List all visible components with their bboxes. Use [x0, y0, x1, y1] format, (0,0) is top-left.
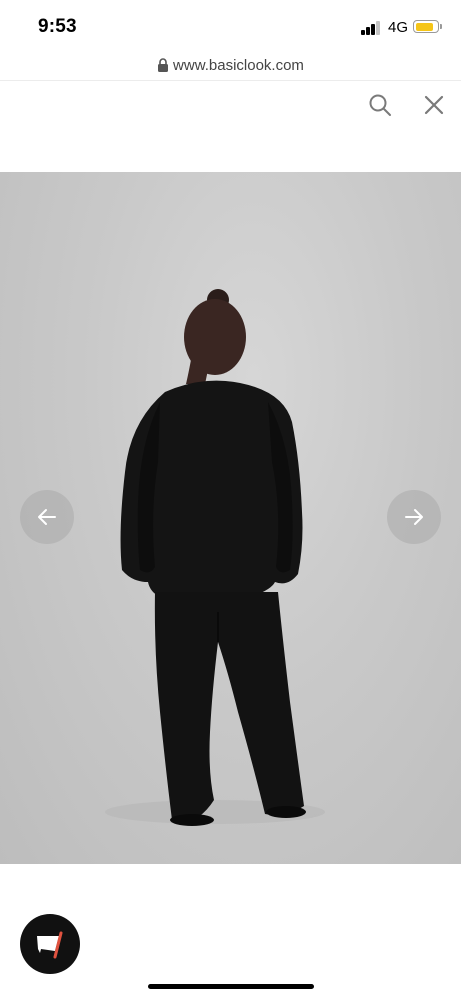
arrow-right-icon	[405, 509, 423, 525]
arrow-left-icon	[38, 509, 56, 525]
status-time: 9:53	[38, 16, 77, 37]
chat-icon	[37, 931, 63, 959]
home-indicator	[148, 984, 314, 989]
status-bar: 9:53 4G	[0, 0, 461, 50]
signal-icon	[361, 21, 383, 35]
battery-icon	[413, 20, 439, 33]
network-label: 4G	[388, 19, 409, 36]
close-icon[interactable]	[421, 92, 447, 118]
chat-button[interactable]	[20, 914, 80, 974]
previous-image-button[interactable]	[20, 490, 74, 544]
battery-level	[415, 22, 433, 31]
page: 9:53 4G www.basiclook.com	[0, 0, 461, 1000]
next-image-button[interactable]	[387, 490, 441, 544]
address-bar[interactable]: www.basiclook.com	[0, 50, 461, 80]
divider	[0, 80, 461, 81]
url-text: www.basiclook.com	[173, 56, 304, 74]
battery-cap	[440, 24, 442, 29]
search-icon[interactable]	[367, 92, 393, 118]
lock-icon	[158, 58, 169, 72]
